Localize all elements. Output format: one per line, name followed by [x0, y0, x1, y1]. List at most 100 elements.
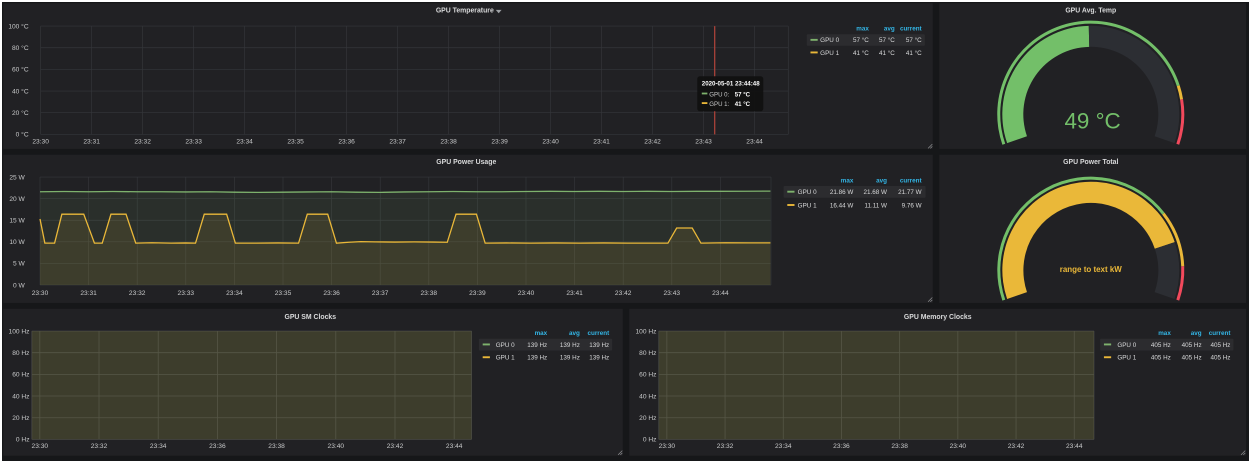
svg-text:0 °C: 0 °C [15, 130, 28, 138]
svg-text:max: max [856, 25, 869, 32]
svg-text:139 Hz: 139 Hz [589, 355, 609, 362]
svg-text:23:38: 23:38 [891, 443, 908, 450]
svg-text:23:30: 23:30 [32, 138, 49, 145]
svg-text:max: max [1158, 330, 1171, 337]
svg-text:40 °C: 40 °C [12, 87, 29, 95]
svg-text:23:36: 23:36 [833, 443, 850, 450]
svg-text:23:31: 23:31 [80, 290, 97, 297]
svg-text:23:40: 23:40 [949, 443, 966, 450]
svg-text:139 Hz: 139 Hz [560, 355, 580, 362]
svg-text:15 W: 15 W [9, 218, 25, 225]
svg-text:23:42: 23:42 [386, 443, 403, 450]
svg-text:23:44: 23:44 [712, 290, 729, 297]
svg-text:23:40: 23:40 [327, 443, 344, 450]
svg-text:avg: avg [884, 25, 895, 32]
svg-text:GPU 0: GPU 0 [797, 189, 816, 196]
svg-text:current: current [900, 25, 923, 32]
svg-text:9.76 W: 9.76 W [901, 203, 921, 210]
svg-text:80 Hz: 80 Hz [12, 350, 29, 357]
svg-text:41 °C: 41 °C [906, 48, 922, 56]
svg-text:GPU 1: GPU 1 [820, 49, 839, 56]
svg-text:23:39: 23:39 [491, 138, 508, 145]
svg-text:139 Hz: 139 Hz [527, 342, 547, 349]
svg-text:21.77 W: 21.77 W [898, 189, 922, 196]
svg-text:405 Hz: 405 Hz [1181, 342, 1201, 349]
svg-text:405 Hz: 405 Hz [1181, 355, 1201, 362]
svg-text:100 Hz: 100 Hz [8, 328, 29, 335]
svg-text:GPU Temperature: GPU Temperature [436, 7, 494, 14]
svg-text:GPU 0: GPU 0 [1117, 342, 1136, 349]
svg-text:23:43: 23:43 [695, 138, 712, 145]
svg-text:avg: avg [1191, 330, 1202, 337]
svg-text:GPU SM Clocks: GPU SM Clocks [284, 314, 336, 321]
svg-text:GPU Power Total: GPU Power Total [1063, 159, 1118, 166]
svg-text:80 Hz: 80 Hz [639, 350, 656, 357]
svg-text:60 °C: 60 °C [12, 65, 29, 73]
svg-text:current: current [900, 177, 923, 184]
svg-text:23:36: 23:36 [209, 443, 226, 450]
svg-text:23:32: 23:32 [129, 290, 146, 297]
svg-text:11.11 W: 11.11 W [864, 203, 887, 210]
svg-text:80 °C: 80 °C [12, 44, 29, 52]
svg-text:0 Hz: 0 Hz [16, 437, 30, 444]
svg-text:139 Hz: 139 Hz [527, 355, 547, 362]
svg-text:405 Hz: 405 Hz [1210, 342, 1230, 349]
svg-text:100 °C: 100 °C [8, 22, 29, 30]
svg-text:23:42: 23:42 [644, 138, 661, 145]
svg-text:23:44: 23:44 [446, 443, 463, 450]
svg-text:current: current [1208, 330, 1231, 337]
svg-text:23:44: 23:44 [1066, 443, 1083, 450]
svg-text:60 Hz: 60 Hz [639, 372, 656, 379]
svg-text:GPU 1: GPU 1 [1117, 355, 1136, 362]
svg-text:23:38: 23:38 [268, 443, 285, 450]
svg-text:139 Hz: 139 Hz [560, 342, 580, 349]
svg-text:23:43: 23:43 [663, 290, 680, 297]
svg-text:57 °C: 57 °C [879, 36, 895, 44]
svg-text:20 Hz: 20 Hz [12, 415, 29, 422]
svg-text:23:39: 23:39 [469, 290, 486, 297]
svg-text:21.68 W: 21.68 W [863, 189, 887, 196]
svg-text:23:33: 23:33 [185, 138, 202, 145]
svg-text:57 °C: 57 °C [734, 91, 750, 98]
svg-text:40 Hz: 40 Hz [639, 394, 656, 401]
svg-text:57 °C: 57 °C [853, 36, 869, 44]
svg-text:23:37: 23:37 [372, 290, 389, 297]
svg-text:max: max [840, 177, 853, 184]
svg-text:23:44: 23:44 [746, 138, 763, 145]
svg-text:60 Hz: 60 Hz [12, 372, 29, 379]
svg-text:23:30: 23:30 [658, 443, 675, 450]
svg-text:405 Hz: 405 Hz [1210, 355, 1230, 362]
svg-text:25 W: 25 W [9, 175, 25, 182]
svg-text:41 °C: 41 °C [853, 48, 869, 56]
svg-text:23:40: 23:40 [517, 290, 534, 297]
svg-text:23:30: 23:30 [31, 290, 48, 297]
svg-text:23:30: 23:30 [31, 443, 48, 450]
svg-text:23:36: 23:36 [338, 138, 355, 145]
svg-text:23:41: 23:41 [566, 290, 583, 297]
svg-text:23:32: 23:32 [717, 443, 734, 450]
svg-text:range to text kW: range to text kW [1059, 265, 1122, 274]
svg-text:23:34: 23:34 [775, 443, 792, 450]
svg-text:139 Hz: 139 Hz [589, 342, 609, 349]
svg-text:16.44 W: 16.44 W [830, 203, 854, 210]
svg-text:23:40: 23:40 [542, 138, 559, 145]
svg-text:23:42: 23:42 [615, 290, 632, 297]
svg-text:405 Hz: 405 Hz [1151, 355, 1171, 362]
svg-text:GPU 0:: GPU 0: [709, 91, 729, 98]
svg-text:max: max [534, 330, 547, 337]
svg-text:GPU 1: GPU 1 [797, 203, 816, 210]
svg-text:49 °C: 49 °C [1064, 108, 1120, 133]
svg-text:23:36: 23:36 [323, 290, 340, 297]
svg-text:0 Hz: 0 Hz [643, 437, 657, 444]
svg-text:20 °C: 20 °C [12, 109, 29, 117]
svg-text:GPU Power Usage: GPU Power Usage [436, 159, 496, 166]
svg-text:current: current [587, 330, 610, 337]
svg-text:avg: avg [569, 330, 580, 337]
svg-text:23:35: 23:35 [287, 138, 304, 145]
svg-text:23:38: 23:38 [440, 138, 457, 145]
svg-text:41 °C: 41 °C [879, 48, 895, 56]
svg-text:GPU 1:: GPU 1: [709, 101, 729, 108]
svg-text:23:35: 23:35 [274, 290, 291, 297]
svg-text:23:37: 23:37 [389, 138, 406, 145]
svg-text:GPU Avg. Temp: GPU Avg. Temp [1065, 7, 1116, 14]
